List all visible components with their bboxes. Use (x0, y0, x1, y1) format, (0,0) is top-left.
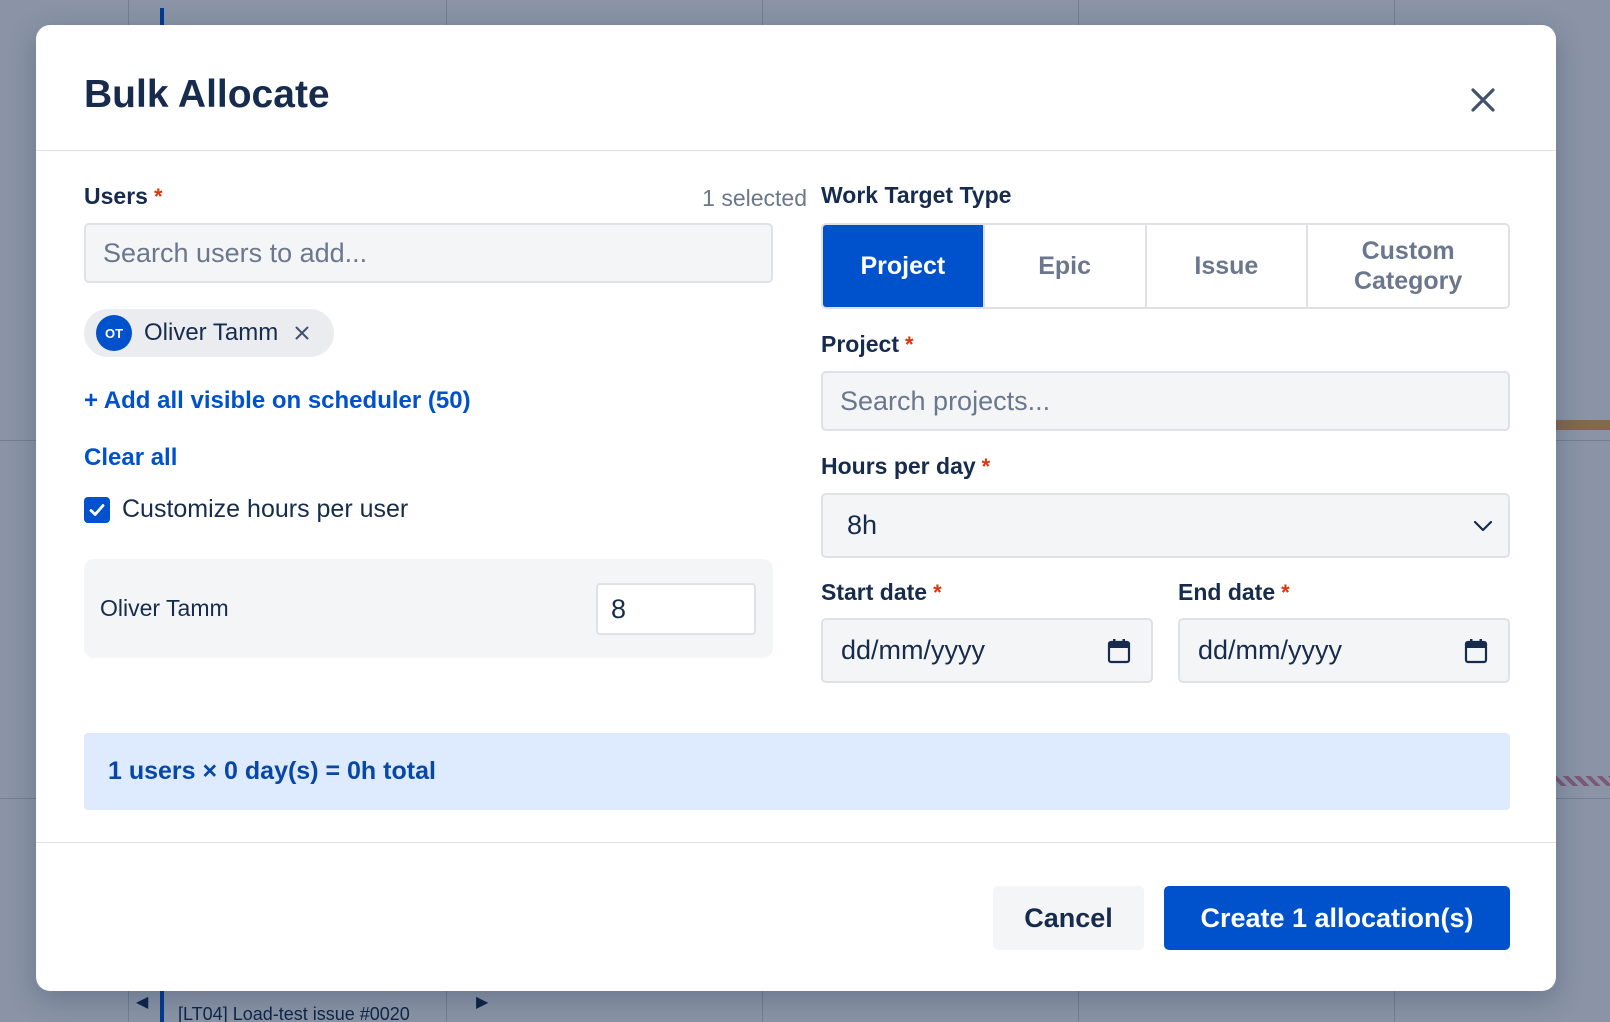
required-mark: * (904, 332, 914, 357)
per-user-hours-panel: Oliver Tamm (84, 559, 773, 658)
required-mark: * (1281, 580, 1290, 605)
modal-title: Bulk Allocate (84, 73, 330, 116)
users-search-input[interactable] (84, 223, 773, 283)
work-target-option-issue[interactable]: Issue (1144, 225, 1307, 307)
per-user-hours-input[interactable] (596, 583, 756, 635)
work-target-type-label: Work Target Type (821, 182, 1012, 208)
user-chip: OT Oliver Tamm (84, 309, 334, 357)
modal-header: Bulk Allocate (36, 25, 1556, 151)
cancel-button[interactable]: Cancel (993, 886, 1144, 950)
hours-per-day-label: Hours per day * (821, 453, 990, 480)
avatar: OT (96, 315, 132, 351)
work-target-type-selector: Project Epic Issue Custom Category (821, 223, 1510, 309)
create-allocations-button[interactable]: Create 1 allocation(s) (1164, 886, 1510, 950)
project-label-text: Project (821, 331, 899, 357)
bulk-allocate-dialog: Bulk Allocate Users* 1 selected OT Olive… (36, 25, 1556, 991)
end-date-placeholder: dd/mm/yyyy (1198, 635, 1343, 665)
end-date-label: End date * (1178, 579, 1290, 606)
work-target-option-project[interactable]: Project (823, 225, 983, 307)
required-mark: * (981, 454, 991, 479)
user-chip-name: Oliver Tamm (144, 319, 279, 346)
clear-all-link[interactable]: Clear all (84, 444, 177, 472)
checkmark-icon (89, 503, 105, 516)
calendar-icon[interactable] (1107, 638, 1131, 664)
chevron-down-icon (1473, 520, 1493, 532)
required-mark: * (933, 580, 942, 605)
close-icon (1471, 88, 1495, 112)
remove-user-button[interactable] (292, 323, 312, 343)
allocation-summary: 1 users × 0 day(s) = 0h total (84, 733, 1510, 810)
close-icon (295, 326, 309, 340)
required-mark: * (153, 184, 163, 209)
project-label: Project * (821, 331, 914, 358)
per-user-hours-name: Oliver Tamm (100, 595, 229, 621)
start-date-label-text: Start date (821, 579, 928, 605)
project-search-input[interactable] (821, 371, 1510, 431)
calendar-icon[interactable] (1464, 638, 1488, 664)
add-all-visible-link[interactable]: + Add all visible on scheduler (50) (84, 387, 471, 415)
selected-count: 1 selected (702, 185, 807, 211)
hours-per-day-label-text: Hours per day (821, 453, 976, 479)
users-label: Users * (84, 183, 163, 210)
end-date-label-text: End date (1178, 579, 1276, 605)
end-date-input[interactable]: dd/mm/yyyy (1178, 618, 1510, 683)
work-target-option-custom-category[interactable]: Custom Category (1306, 225, 1508, 307)
customize-hours-checkbox[interactable] (84, 496, 110, 523)
close-button[interactable] (1466, 83, 1500, 117)
start-date-placeholder: dd/mm/yyyy (841, 635, 986, 665)
hours-per-day-select[interactable]: 8h (821, 493, 1510, 558)
users-label-text: Users (84, 183, 148, 209)
start-date-label: Start date * (821, 579, 942, 606)
footer-divider (36, 842, 1556, 843)
start-date-input[interactable]: dd/mm/yyyy (821, 618, 1153, 683)
customize-hours-row: Customize hours per user (84, 495, 408, 524)
work-target-option-epic[interactable]: Epic (982, 225, 1145, 307)
hours-per-day-value: 8h (847, 510, 878, 540)
allocation-summary-text: 1 users × 0 day(s) = 0h total (108, 757, 436, 785)
customize-hours-label: Customize hours per user (122, 495, 409, 523)
